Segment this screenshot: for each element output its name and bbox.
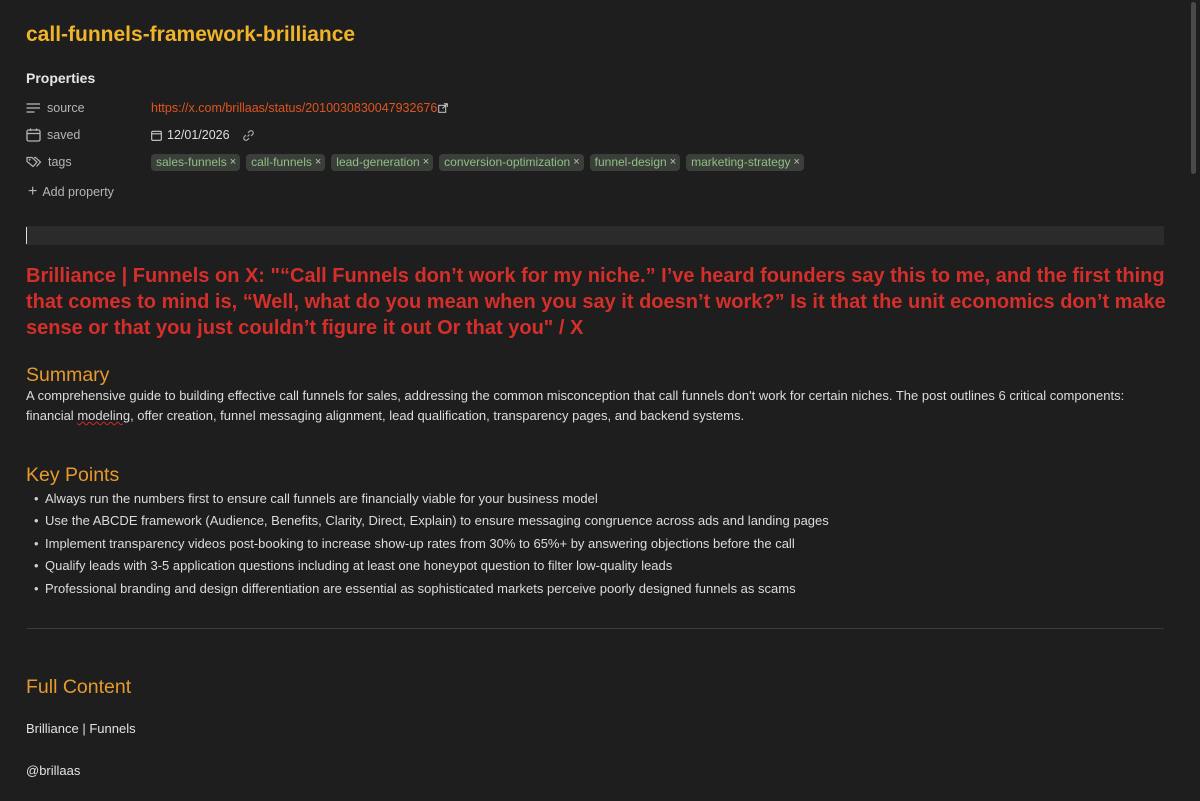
source-link[interactable]: https://x.com/brillaas/status/2010030830…	[151, 101, 437, 115]
tag-pill[interactable]: lead-generation ×	[331, 153, 434, 171]
list-item[interactable]: • Qualify leads with 3-5 application ques…	[34, 555, 1154, 577]
bullet-icon: •	[34, 513, 39, 529]
property-key-label: tags	[48, 155, 72, 169]
misspelled-word: modeling	[77, 408, 131, 423]
list-item-text: Professional branding and design differe…	[45, 580, 796, 596]
list-item[interactable]: • Implement transparency videos post-book…	[34, 533, 1154, 555]
list-item-text: Implement transparency videos post-booki…	[45, 535, 795, 551]
text-caret	[26, 227, 27, 244]
tag-label: lead-generation	[336, 155, 420, 169]
external-link-icon	[438, 103, 449, 113]
summary-paragraph[interactable]: A comprehensive guide to building effect…	[26, 386, 1126, 426]
remove-tag-icon[interactable]: ×	[794, 156, 800, 168]
property-value-source: https://x.com/brillaas/status/2010030830…	[151, 98, 449, 118]
property-key-label: source	[47, 101, 85, 115]
property-value-saved: 12/01/2026	[151, 125, 255, 145]
remove-tag-icon[interactable]: ×	[315, 156, 321, 168]
remove-tag-icon[interactable]: ×	[423, 156, 429, 168]
key-points-list: • Always run the numbers first to ensure …	[34, 488, 1154, 600]
bullet-icon: •	[34, 558, 39, 574]
tag-label: sales-funnels	[156, 155, 227, 169]
property-row-tags: tags sales-funnels × call-funnels × lead-g…	[26, 152, 1164, 172]
bullet-icon: •	[34, 491, 39, 506]
bullet-icon: •	[34, 535, 39, 551]
full-content-line[interactable]: Brilliance | Funnels	[26, 721, 136, 736]
tag-pill[interactable]: call-funnels ×	[246, 153, 326, 171]
link-icon[interactable]	[242, 129, 255, 142]
text-lines-icon	[26, 103, 40, 113]
tag-label: call-funnels	[251, 155, 312, 169]
property-key-label: saved	[47, 128, 81, 142]
property-row-saved: saved 12/01/2026	[26, 125, 1164, 145]
horizontal-rule	[26, 628, 1164, 629]
list-item[interactable]: • Professional branding and design differ…	[34, 578, 1154, 600]
active-editor-line[interactable]	[26, 226, 1164, 245]
properties-heading[interactable]: Properties	[26, 70, 95, 86]
remove-tag-icon[interactable]: ×	[230, 156, 236, 168]
tag-pill[interactable]: conversion-optimization ×	[439, 153, 584, 171]
list-item-text: Always run the numbers first to ensure c…	[45, 491, 598, 506]
remove-tag-icon[interactable]: ×	[670, 156, 676, 168]
vertical-scrollbar[interactable]	[1191, 2, 1196, 174]
add-property-label: Add property	[42, 185, 114, 199]
list-item[interactable]: • Always run the numbers first to ensure …	[34, 488, 1154, 510]
summary-text-part: , offer creation, funnel messaging align…	[130, 408, 745, 423]
calendar-icon	[151, 130, 162, 141]
calendar-icon	[26, 128, 41, 142]
note-title[interactable]: call-funnels-framework-brilliance	[26, 23, 355, 47]
date-field[interactable]: 12/01/2026	[151, 128, 230, 142]
summary-heading[interactable]: Summary	[26, 364, 109, 387]
list-item-text: Use the ABCDE framework (Audience, Benef…	[45, 513, 829, 529]
date-value: 12/01/2026	[167, 128, 230, 142]
tags-icon	[26, 156, 42, 168]
property-row-source: source https://x.com/brillaas/status/201…	[26, 98, 1164, 118]
property-key-saved[interactable]: saved	[26, 125, 80, 145]
property-key-source[interactable]: source	[26, 98, 85, 118]
tag-label: conversion-optimization	[444, 155, 571, 169]
add-property-button[interactable]: + Add property	[28, 184, 114, 200]
tag-label: funnel-design	[594, 155, 667, 169]
property-key-tags[interactable]: tags	[26, 152, 72, 172]
tag-pill[interactable]: sales-funnels ×	[151, 153, 241, 171]
bullet-icon: •	[34, 580, 39, 596]
tag-label: marketing-strategy	[691, 155, 791, 169]
source-heading[interactable]: Brilliance | Funnels on X: "“Call Funnel…	[26, 263, 1166, 341]
list-item[interactable]: • Use the ABCDE framework (Audience, Bene…	[34, 510, 1154, 532]
key-points-heading[interactable]: Key Points	[26, 464, 119, 487]
property-value-tags: sales-funnels × call-funnels × lead-genera…	[151, 152, 810, 172]
tag-pill[interactable]: marketing-strategy ×	[686, 153, 804, 171]
plus-icon: +	[28, 183, 38, 200]
list-item-text: Qualify leads with 3-5 application quest…	[45, 558, 673, 574]
note-page: call-funnels-framework-brilliance Proper…	[0, 0, 1200, 801]
full-content-heading[interactable]: Full Content	[26, 676, 131, 699]
tag-pill[interactable]: funnel-design ×	[589, 153, 681, 171]
remove-tag-icon[interactable]: ×	[573, 156, 579, 168]
full-content-line[interactable]: @brillaas	[26, 763, 80, 778]
